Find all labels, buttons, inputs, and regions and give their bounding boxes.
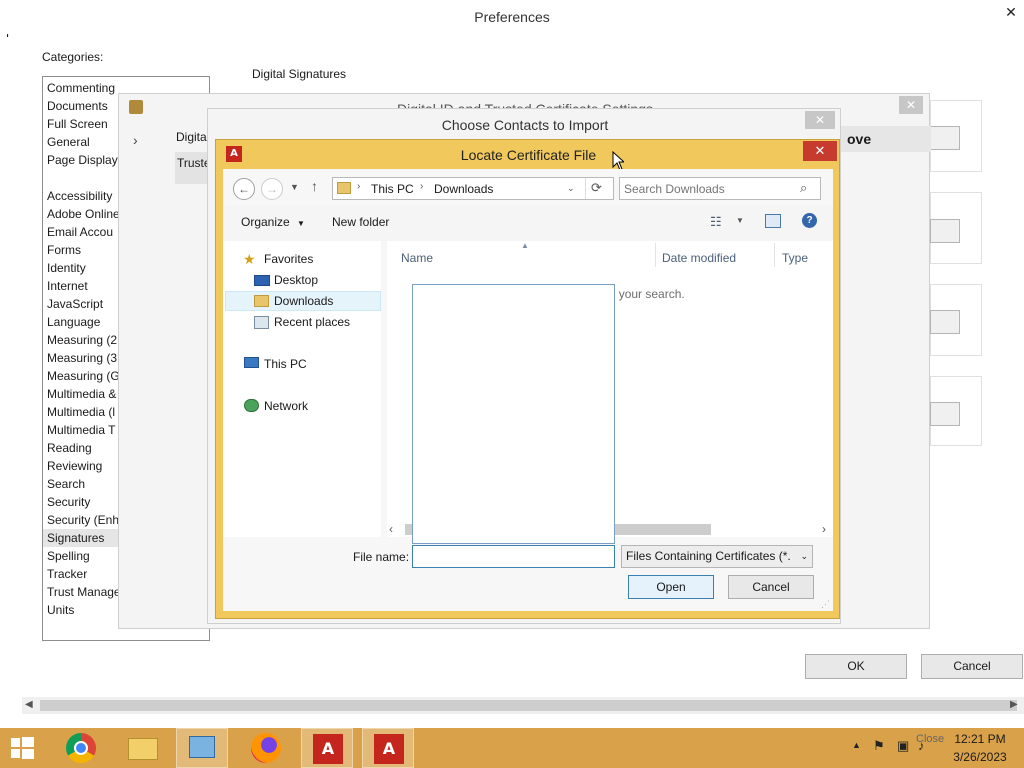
breadcrumb-separator-icon: › [420, 181, 424, 192]
network-status-icon[interactable]: ▣ [897, 738, 909, 754]
view-options-icon[interactable]: ☷ [710, 214, 722, 230]
navigation-pane: ★ Favorites Desktop Downloads Recent pla… [223, 241, 381, 537]
mouse-cursor-icon [612, 151, 624, 171]
scroll-right-icon[interactable]: ▶ [1010, 699, 1018, 710]
side-button-3[interactable] [930, 310, 960, 334]
desktop-icon [254, 275, 270, 286]
categories-label: Categories: [42, 50, 104, 64]
scrollbar-thumb[interactable] [40, 700, 1017, 711]
downloads-folder-icon [254, 295, 269, 307]
nav-this-pc[interactable]: This PC [264, 354, 307, 374]
search-icon[interactable]: ⌕ [800, 180, 807, 196]
search-box[interactable]: ⌕ [619, 177, 821, 200]
flag-icon[interactable]: ⚑ [873, 738, 885, 754]
open-button[interactable]: Open [628, 575, 714, 599]
locate-dialog-title: Locate Certificate File [460, 147, 597, 163]
chevron-right-icon[interactable]: › [133, 132, 138, 148]
nav-favorites[interactable]: Favorites [264, 249, 313, 269]
ok-button[interactable]: OK [805, 654, 907, 679]
breadcrumb-this-pc[interactable]: This PC [371, 182, 414, 196]
forward-arrow-icon[interactable]: → [261, 178, 283, 200]
side-button-4[interactable] [930, 402, 960, 426]
file-explorer-icon[interactable] [117, 728, 169, 768]
column-type[interactable]: Type [782, 251, 808, 265]
search-input[interactable] [624, 180, 794, 197]
column-divider [655, 243, 656, 267]
clock-time[interactable]: 12:21 PM [945, 732, 1015, 746]
nav-downloads[interactable]: Downloads [274, 291, 333, 311]
side-button-1[interactable] [930, 126, 960, 150]
help-icon[interactable]: ? [802, 213, 817, 228]
address-dropdown-icon[interactable]: ⌄ [567, 183, 575, 194]
file-type-chevron-icon: ⌄ [800, 551, 808, 561]
recent-locations-chevron-icon[interactable]: ▼ [290, 182, 299, 192]
acrobat-reader-icon[interactable]: A [362, 728, 414, 768]
file-dialog-cancel-button[interactable]: Cancel [728, 575, 814, 599]
clock-date[interactable]: 3/26/2023 [945, 750, 1015, 764]
chevron-down-icon: ▼ [297, 219, 305, 228]
view-dropdown-icon[interactable]: ▼ [736, 216, 744, 225]
file-dialog-toolbar: Organize ▼ New folder ☷ ▼ ? [223, 205, 833, 241]
chrome-icon[interactable] [56, 728, 108, 768]
recent-places-icon [254, 316, 269, 329]
tree-item-digital-ids[interactable]: Digita [176, 130, 207, 144]
scroll-left-icon[interactable]: ‹ [389, 522, 393, 536]
control-panel-icon[interactable] [176, 728, 228, 768]
scroll-right-icon[interactable]: › [822, 522, 826, 536]
file-type-select[interactable]: Files Containing Certificates (*. ⌄ [621, 545, 813, 568]
file-name-combobox[interactable]: ▼ [412, 545, 800, 568]
file-type-value: Files Containing Certificates (*. [626, 549, 791, 563]
file-name-input[interactable] [416, 548, 584, 565]
lock-icon [129, 100, 143, 114]
firefox-icon[interactable] [240, 728, 292, 768]
show-hidden-icons-icon[interactable]: ▲ [852, 740, 861, 750]
choose-contacts-close-icon[interactable]: ✕ [805, 111, 835, 129]
organize-label: Organize [241, 215, 290, 229]
address-divider [585, 178, 586, 199]
cancel-button[interactable]: Cancel [921, 654, 1023, 679]
nav-network[interactable]: Network [264, 396, 308, 416]
back-arrow-icon[interactable]: ← [233, 178, 255, 200]
downloads-folder-icon [337, 182, 351, 194]
column-header-text: ove [847, 131, 872, 147]
sort-indicator-icon: ▲ [521, 241, 529, 250]
locate-close-icon[interactable]: ✕ [803, 141, 837, 161]
breadcrumb-downloads[interactable]: Downloads [434, 182, 493, 196]
file-name-label: File name: [353, 550, 410, 564]
preferences-title: Preferences [0, 0, 1024, 34]
favorites-star-icon: ★ [243, 251, 256, 267]
column-header-partial: ove [831, 126, 931, 152]
refresh-icon[interactable]: ⟳ [591, 180, 602, 196]
digital-signatures-label: Digital Signatures [252, 67, 347, 81]
acrobat-icon[interactable]: A [301, 728, 353, 768]
up-arrow-icon[interactable]: ↑ [311, 178, 318, 194]
scroll-left-icon[interactable]: ◀ [25, 699, 33, 710]
column-name[interactable]: Name [401, 251, 433, 265]
windows-start-icon[interactable] [0, 728, 52, 768]
address-bar[interactable]: › This PC › Downloads ⌄ ⟳ [332, 177, 614, 200]
column-divider [774, 243, 775, 267]
horizontal-scrollbar[interactable]: ◀ ▶ [22, 697, 1024, 714]
close-tooltip: Close [916, 733, 945, 745]
digital-id-close-icon[interactable]: ✕ [899, 96, 923, 114]
breadcrumb-separator-icon: › [357, 181, 361, 192]
this-pc-icon [244, 357, 259, 368]
taskbar: A A ▲ ⚑ ▣ ♪ Close 12:21 PM 3/26/2023 [0, 728, 1024, 768]
file-name-dropdown-list[interactable] [412, 284, 615, 544]
choose-contacts-title: Choose Contacts to Import [441, 117, 609, 133]
nav-desktop[interactable]: Desktop [274, 270, 318, 290]
resize-grip-icon[interactable]: ⋰ [821, 599, 830, 610]
new-folder-button[interactable]: New folder [332, 215, 389, 229]
nav-recent-places[interactable]: Recent places [274, 312, 350, 332]
organize-button[interactable]: Organize ▼ [241, 215, 305, 229]
preview-pane-icon[interactable] [765, 214, 781, 228]
column-date-modified[interactable]: Date modified [662, 251, 736, 265]
preferences-close-icon[interactable]: ✕ [998, 2, 1024, 22]
network-icon [244, 399, 259, 412]
side-button-2[interactable] [930, 219, 960, 243]
